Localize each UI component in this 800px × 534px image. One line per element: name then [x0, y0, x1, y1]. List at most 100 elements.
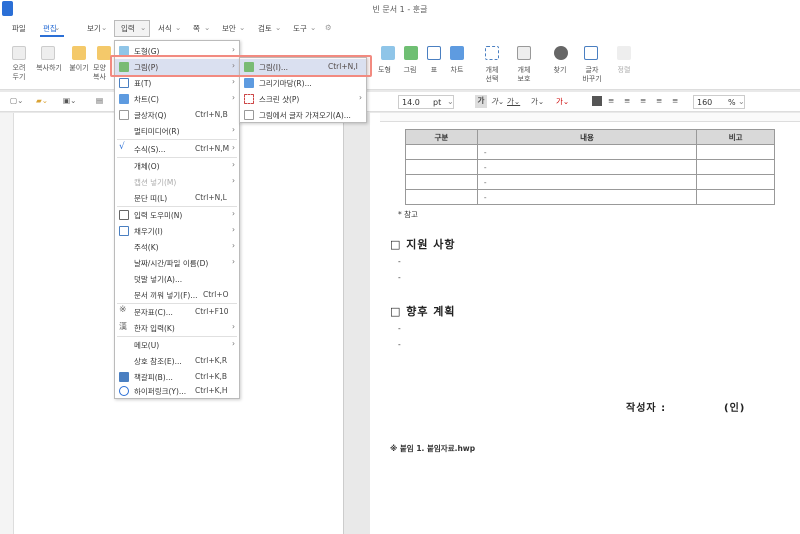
menu-item-insert-document[interactable]: 문서 끼워 넣기(F)... Ctrl+O	[115, 287, 239, 303]
menu-item-chart[interactable]: 차트(C) ›	[115, 91, 239, 107]
menu-item-hyperlink[interactable]: 하이퍼링크(Y)... Ctrl+K,H	[115, 383, 239, 399]
cut-button-label[interactable]: 오려 두기	[4, 64, 34, 82]
table-cell[interactable]: -	[476, 159, 698, 175]
chevron-down-icon[interactable]: ⌄	[447, 97, 454, 106]
bold-icon[interactable]: 가	[475, 95, 487, 108]
table-header-remarks[interactable]: 비고	[696, 129, 775, 145]
table-cell[interactable]	[405, 144, 478, 160]
section-line: -	[398, 340, 401, 349]
align-left-icon[interactable]: ≡	[608, 96, 614, 108]
menu-item-ruby-text[interactable]: 덧말 넣기(A)...	[115, 271, 239, 287]
table-cell[interactable]	[696, 144, 775, 160]
menu-input[interactable]: 입력	[121, 23, 135, 34]
menu-item-symbol[interactable]: ※ 문자표(C)... Ctrl+F10	[115, 304, 239, 320]
submenu-item-screenshot[interactable]: 스크린 샷(P) ›	[240, 91, 366, 107]
paste-button-label[interactable]: 붙이기	[66, 64, 92, 73]
menu-format[interactable]: 서식	[158, 23, 172, 34]
protect-object-label[interactable]: 개체 보호	[510, 66, 538, 84]
table-icon[interactable]	[427, 46, 441, 60]
chevron-down-icon: ⌄	[275, 23, 282, 32]
sort-icon[interactable]	[617, 46, 631, 60]
format-painter-icon[interactable]	[97, 46, 111, 60]
new-doc-icon[interactable]: ▢⌄	[10, 96, 23, 108]
menu-review[interactable]: 검토	[258, 23, 272, 34]
table-cell[interactable]: -	[476, 174, 698, 190]
picture-button-label[interactable]: 그림	[398, 66, 422, 75]
table-row: -	[405, 189, 775, 205]
menu-item-formula[interactable]: √ 수식(S)... Ctrl+N,M ›	[115, 141, 239, 157]
fill-icon	[119, 226, 129, 236]
shape-icon[interactable]	[381, 46, 395, 60]
table-cell[interactable]	[696, 159, 775, 175]
hanja-icon: 漢	[119, 322, 127, 331]
menu-item-object[interactable]: 개체(O) ›	[115, 158, 239, 174]
section-heading-plan: □ 향후 계획	[390, 305, 456, 318]
select-object-icon[interactable]	[485, 46, 499, 60]
print-icon[interactable]: ▤	[96, 96, 103, 108]
menu-item-paragraph-band[interactable]: 문단 띠(L) Ctrl+N,L	[115, 190, 239, 206]
align-right-icon[interactable]: ≡	[640, 96, 646, 108]
menu-item-date-time[interactable]: 날짜/시간/파일 이름(D) ›	[115, 255, 239, 271]
extra-tools-icon[interactable]: ⚙	[325, 23, 332, 32]
open-folder-icon[interactable]: ▰⌄	[36, 96, 48, 108]
menu-page[interactable]: 쪽	[193, 23, 200, 34]
align-split-icon[interactable]: ≡	[672, 96, 678, 108]
picture-icon[interactable]	[404, 46, 418, 60]
menu-item-multimedia[interactable]: 멀티미디어(R) ›	[115, 123, 239, 139]
paste-icon[interactable]	[72, 46, 86, 60]
attachment-text: ※ 붙임 1. 붙임자료.hwp	[390, 444, 476, 453]
menu-item-memo[interactable]: 메모(U) ›	[115, 337, 239, 353]
font-size-field[interactable]: 14.0 pt ⌄	[398, 95, 454, 109]
select-object-label[interactable]: 개체 선택	[478, 66, 506, 84]
table-header-content[interactable]: 내용	[476, 129, 698, 145]
content-table[interactable]: 구분 내용 비고 - - - -	[405, 129, 775, 205]
table-cell[interactable]	[405, 189, 478, 205]
copy-icon[interactable]	[41, 46, 55, 60]
table-cell[interactable]	[405, 159, 478, 175]
submenu-item-ocr[interactable]: 그림에서 글자 가져오기(A)...	[240, 107, 366, 123]
table-cell[interactable]	[405, 174, 478, 190]
chevron-right-icon: ›	[232, 225, 235, 234]
font-color-icon[interactable]: 가⌄	[556, 96, 569, 108]
menu-item-annotation[interactable]: 주석(K) ›	[115, 239, 239, 255]
menu-item-table[interactable]: 표(T) ›	[115, 75, 239, 91]
menu-security[interactable]: 보안	[222, 23, 236, 34]
replace-icon[interactable]	[584, 46, 598, 60]
sort-button-label[interactable]: 정렬	[611, 66, 637, 75]
submenu-item-clipart[interactable]: 그리기마당(R)...	[240, 75, 366, 91]
chevron-right-icon: ›	[232, 241, 235, 250]
menu-item-hanja[interactable]: 漢 한자 입력(K) ›	[115, 320, 239, 336]
table-cell[interactable]: -	[476, 189, 698, 205]
find-icon[interactable]	[554, 46, 568, 60]
table-cell[interactable]	[696, 189, 775, 205]
chart-button-label[interactable]: 차트	[445, 66, 469, 75]
table-cell[interactable]: -	[476, 144, 698, 160]
table-header-category[interactable]: 구분	[405, 129, 478, 145]
chevron-down-icon[interactable]: ⌄	[738, 97, 745, 106]
underline-icon[interactable]: 가⌄	[507, 96, 520, 108]
strikethrough-icon[interactable]: 가⌄	[531, 96, 544, 108]
table-cell[interactable]	[696, 174, 775, 190]
cut-icon[interactable]	[12, 46, 26, 60]
align-justify-icon[interactable]	[592, 96, 602, 106]
zoom-field[interactable]: 160 % ⌄	[693, 95, 745, 109]
menu-item-input-helper[interactable]: 입력 도우미(N) ›	[115, 207, 239, 223]
find-button-label[interactable]: 찾기	[548, 66, 572, 75]
menu-file[interactable]: 파일	[12, 23, 26, 34]
save-icon[interactable]: ▣⌄	[63, 96, 76, 108]
menu-item-cross-reference[interactable]: 상호 참조(E)... Ctrl+K,R	[115, 353, 239, 369]
replace-button-label[interactable]: 글자 바꾸기	[577, 66, 607, 84]
align-center-icon[interactable]: ≡	[624, 96, 630, 108]
italic-icon[interactable]: 가⌄	[491, 96, 504, 108]
menu-item-fill[interactable]: 채우기(I) ›	[115, 223, 239, 239]
menu-view[interactable]: 보기	[87, 23, 101, 34]
menu-tools[interactable]: 도구	[293, 23, 307, 34]
table-button-label[interactable]: 표	[424, 66, 444, 75]
shape-button-label[interactable]: 도형	[378, 66, 398, 75]
copy-button-label[interactable]: 복사하기	[33, 64, 65, 73]
chart-icon[interactable]	[450, 46, 464, 60]
horizontal-ruler[interactable]	[380, 113, 800, 122]
lock-icon[interactable]	[517, 46, 531, 60]
menu-item-textbox[interactable]: 글상자(Q) Ctrl+N,B	[115, 107, 239, 123]
align-distribute-icon[interactable]: ≡	[656, 96, 662, 108]
